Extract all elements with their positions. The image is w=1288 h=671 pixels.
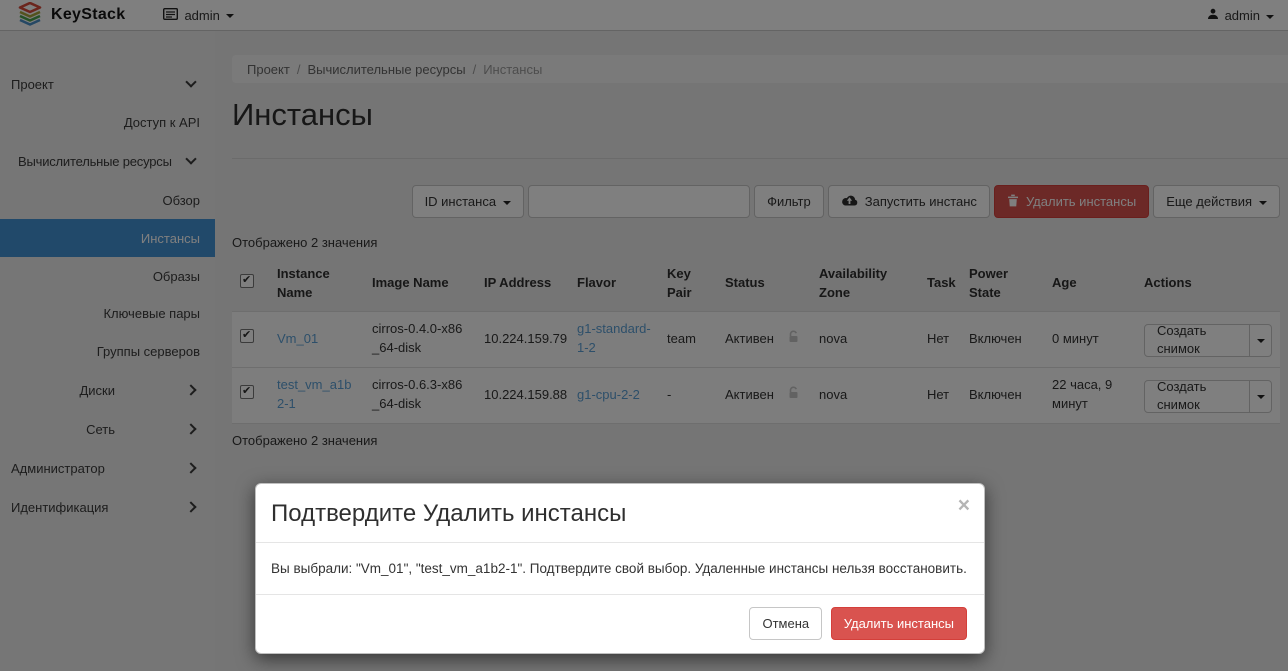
close-icon[interactable]: × <box>958 494 970 518</box>
confirm-delete-modal: Подтвердите Удалить инстансы × Вы выбрал… <box>255 483 985 654</box>
confirm-delete-button[interactable]: Удалить инстансы <box>831 607 967 640</box>
cancel-button[interactable]: Отмена <box>749 607 822 640</box>
modal-header: Подтвердите Удалить инстансы × <box>256 484 984 543</box>
modal-footer: Отмена Удалить инстансы <box>256 595 984 653</box>
modal-body-text: Вы выбрали: "Vm_01", "test_vm_a1b2-1". П… <box>256 543 984 595</box>
modal-title: Подтвердите Удалить инстансы <box>271 500 968 528</box>
